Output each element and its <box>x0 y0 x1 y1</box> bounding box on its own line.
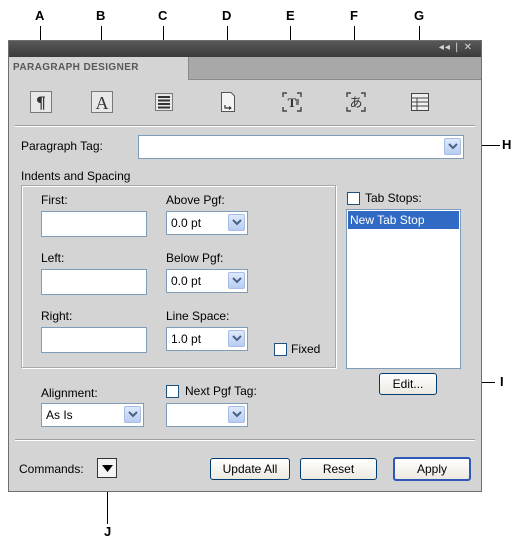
apply-button[interactable]: Apply <box>393 457 471 481</box>
indents-spacing-heading: Indents and Spacing <box>21 169 131 183</box>
left-indent-field[interactable] <box>41 269 147 295</box>
first-indent-field[interactable] <box>41 211 147 237</box>
panel-titlebar[interactable]: ◂◂ | ✕ <box>9 41 481 57</box>
paragraph-tag-dropdown[interactable] <box>138 135 464 159</box>
text-frame-icon[interactable]: T <box>281 91 303 113</box>
callout-c: C <box>158 8 168 23</box>
first-indent-label: First: <box>41 193 68 207</box>
edit-button[interactable]: Edit... <box>379 373 437 395</box>
callout-h: H <box>502 137 511 152</box>
line-space-value: 1.0 pt <box>171 332 202 346</box>
callout-a: A <box>35 8 45 23</box>
next-pgf-tag-dropdown[interactable] <box>166 403 248 427</box>
reset-button[interactable]: Reset <box>300 458 377 480</box>
below-pgf-dropdown[interactable]: 0.0 pt <box>166 269 248 293</box>
above-pgf-dropdown[interactable]: 0.0 pt <box>166 211 248 235</box>
tab-stops-label: Tab Stops: <box>365 191 422 205</box>
callout-b: B <box>96 8 106 23</box>
alignment-dropdown[interactable]: As Is <box>41 403 144 427</box>
chevron-down-icon[interactable] <box>228 214 245 231</box>
below-pgf-label: Below Pgf: <box>166 251 224 265</box>
paragraph-designer-panel: ◂◂ | ✕ PARAGRAPH DESIGNER ¶ A T あ Paragr… <box>8 40 482 492</box>
commands-label: Commands: <box>19 462 84 476</box>
svg-text:A: A <box>96 93 109 113</box>
tab-stops-list[interactable]: New Tab Stop <box>346 209 461 369</box>
paragraph-tag-label: Paragraph Tag: <box>21 139 103 153</box>
chevron-down-icon[interactable] <box>228 272 245 289</box>
callout-g: G <box>414 8 425 23</box>
triangle-down-icon <box>101 464 113 472</box>
alignment-label: Alignment: <box>41 386 98 400</box>
svg-text:¶: ¶ <box>36 93 46 112</box>
next-pgf-tag-checkbox[interactable] <box>166 385 179 398</box>
update-all-button[interactable]: Update All <box>210 458 290 480</box>
chevron-down-icon[interactable] <box>228 406 245 423</box>
svg-text:T: T <box>288 95 297 110</box>
tab-paragraph-designer[interactable]: PARAGRAPH DESIGNER <box>9 57 189 80</box>
line-space-dropdown[interactable]: 1.0 pt <box>166 327 248 351</box>
page-icon[interactable] <box>217 91 239 113</box>
above-pgf-label: Above Pgf: <box>166 193 225 207</box>
line-space-label: Line Space: <box>166 309 230 323</box>
toolbar-separator <box>15 125 475 126</box>
callout-d: D <box>222 8 232 23</box>
svg-text:あ: あ <box>349 96 362 111</box>
next-pgf-tag-label: Next Pgf Tag: <box>185 384 257 398</box>
right-indent-field[interactable] <box>41 327 147 353</box>
callout-i: I <box>500 374 504 389</box>
table-icon[interactable] <box>409 91 431 113</box>
callout-f: F <box>350 8 358 23</box>
callout-e: E <box>286 8 295 23</box>
panel-window-controls[interactable]: ◂◂ | ✕ <box>439 42 473 53</box>
character-a-icon[interactable]: A <box>91 91 113 113</box>
callout-j: J <box>104 524 112 539</box>
chevron-down-icon[interactable] <box>444 138 461 155</box>
panel-tabstrip: PARAGRAPH DESIGNER <box>9 57 481 80</box>
text-lines-icon[interactable] <box>153 91 175 113</box>
below-pgf-value: 0.0 pt <box>171 274 202 288</box>
asian-text-icon[interactable]: あ <box>345 91 367 113</box>
fixed-checkbox[interactable] <box>274 343 287 356</box>
tab-stops-checkbox[interactable] <box>347 192 360 205</box>
above-pgf-value: 0.0 pt <box>171 216 202 230</box>
tab-stop-item-selected[interactable]: New Tab Stop <box>348 211 459 229</box>
left-indent-label: Left: <box>41 251 65 265</box>
right-indent-label: Right: <box>41 309 73 323</box>
commands-menu-button[interactable] <box>97 458 117 478</box>
alignment-value: As Is <box>46 408 73 422</box>
fixed-label: Fixed <box>291 342 321 356</box>
chevron-down-icon[interactable] <box>228 330 245 347</box>
footer-separator <box>15 439 475 440</box>
chevron-down-icon[interactable] <box>124 406 141 423</box>
pilcrow-icon[interactable]: ¶ <box>30 91 52 113</box>
